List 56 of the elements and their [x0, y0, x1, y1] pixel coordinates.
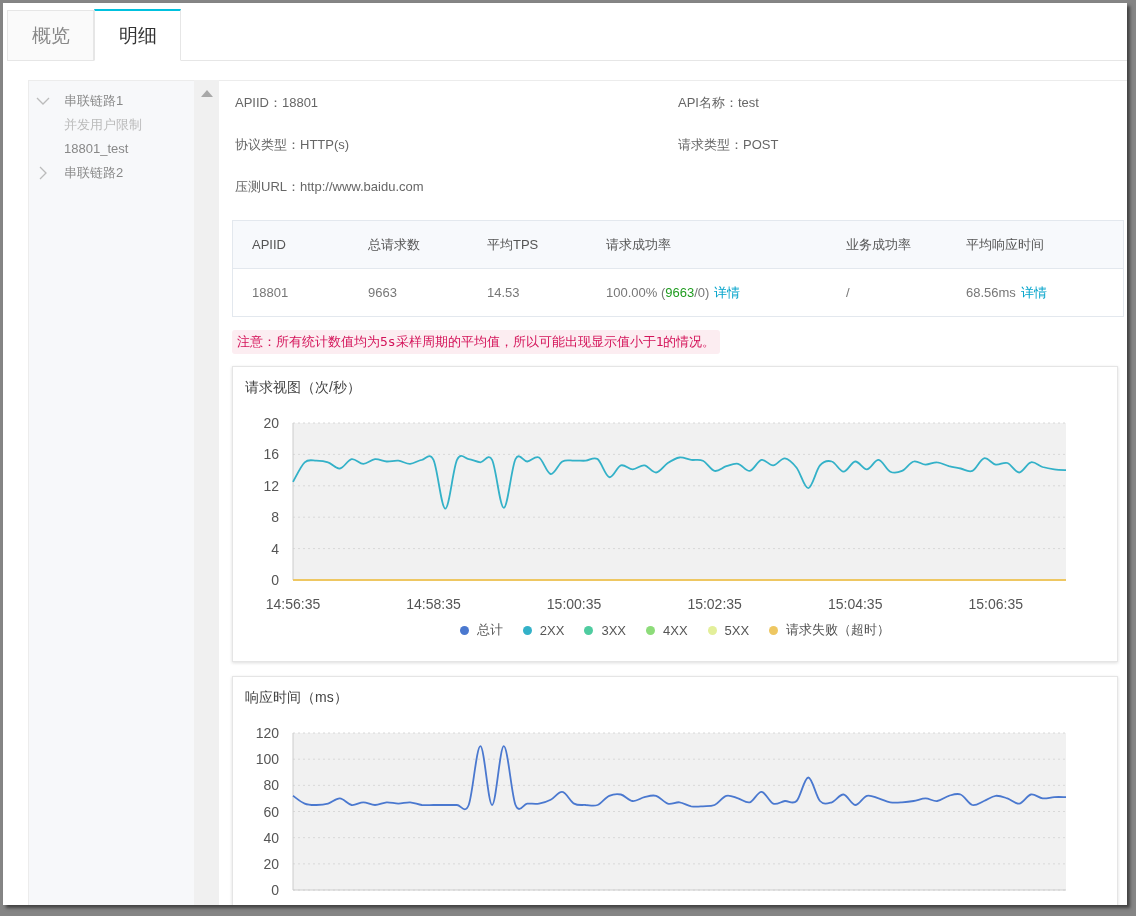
legend-dot[interactable]	[522, 625, 532, 635]
tree-item[interactable]: 串联链路2	[64, 164, 124, 182]
axis-label: 15:06:35	[968, 596, 1023, 612]
legend-label[interactable]: 请求失败（超时）	[786, 621, 891, 639]
tree-item[interactable]: 串联链路1	[64, 92, 124, 110]
scrollbar[interactable]	[194, 80, 219, 905]
column-header: 请求成功率	[605, 235, 672, 254]
legend-label[interactable]: 3XX	[601, 622, 626, 638]
column-header: 总请求数	[367, 235, 421, 254]
legend-label[interactable]: 5XX	[724, 622, 750, 638]
chart-title: 响应时间（ms）	[244, 688, 349, 707]
axis-label: 15:02:35	[687, 596, 742, 612]
axis-label: 60	[263, 803, 279, 820]
axis-label: 80	[263, 777, 279, 794]
legend-label[interactable]: 总计	[476, 621, 503, 639]
axis-label: 20	[263, 415, 279, 431]
axis-label: 100	[255, 751, 279, 768]
table-cell: 14.53	[487, 285, 520, 300]
column-header: 平均响应时间	[965, 235, 1045, 254]
axis-label: 14:58:35	[406, 596, 461, 612]
axis-label: 16	[263, 446, 279, 463]
axis-label: 15:00:35	[546, 596, 602, 612]
table-cell: 18801	[252, 285, 289, 300]
column-header: 业务成功率	[845, 235, 912, 254]
axis-label: 8	[271, 509, 279, 526]
legend-label[interactable]: 4XX	[663, 622, 688, 638]
axis-label: 0	[271, 882, 279, 898]
scroll-up-icon[interactable]	[200, 89, 213, 97]
tab[interactable]: 明细	[94, 9, 181, 61]
axis-label: 15:04:35	[827, 596, 883, 612]
axis-label: 0	[271, 572, 279, 588]
legend-dot[interactable]	[769, 625, 779, 635]
legend-dot[interactable]	[646, 625, 655, 635]
column-header: 平均TPS	[486, 235, 540, 254]
column-header: APIID	[251, 237, 287, 252]
table-cell: 100.00% (9663/0)	[606, 284, 710, 300]
info-field: 请求类型：POST	[678, 136, 1124, 153]
axis-label: 14:56:35	[265, 596, 321, 612]
table-cell: 9663	[368, 285, 397, 300]
legend-dot[interactable]	[707, 625, 717, 635]
axis-label: 20	[263, 855, 279, 872]
info-field: API名称：test	[678, 94, 1124, 111]
axis-label: 40	[263, 829, 279, 846]
info-field: 协议类型：HTTP(s)	[235, 136, 678, 153]
table-cell: /	[846, 285, 850, 300]
axis-label: 120	[255, 725, 279, 741]
table-cell: 68.56ms	[966, 284, 1016, 300]
notice: 注意：所有统计数值均为5s采样周期的平均值，所以可能出现显示值小于1的情况。	[232, 330, 721, 354]
info-field: 压测URL：http://www.baidu.com	[235, 178, 678, 195]
info-field: APIID：18801	[235, 94, 678, 111]
axis-label: 4	[271, 540, 279, 557]
legend-dot[interactable]	[584, 625, 594, 635]
legend-label[interactable]: 2XX	[539, 622, 565, 638]
axis-label: 12	[263, 477, 279, 494]
chart-title: 请求视图（次/秒）	[244, 378, 362, 397]
legend-dot[interactable]	[459, 625, 469, 635]
